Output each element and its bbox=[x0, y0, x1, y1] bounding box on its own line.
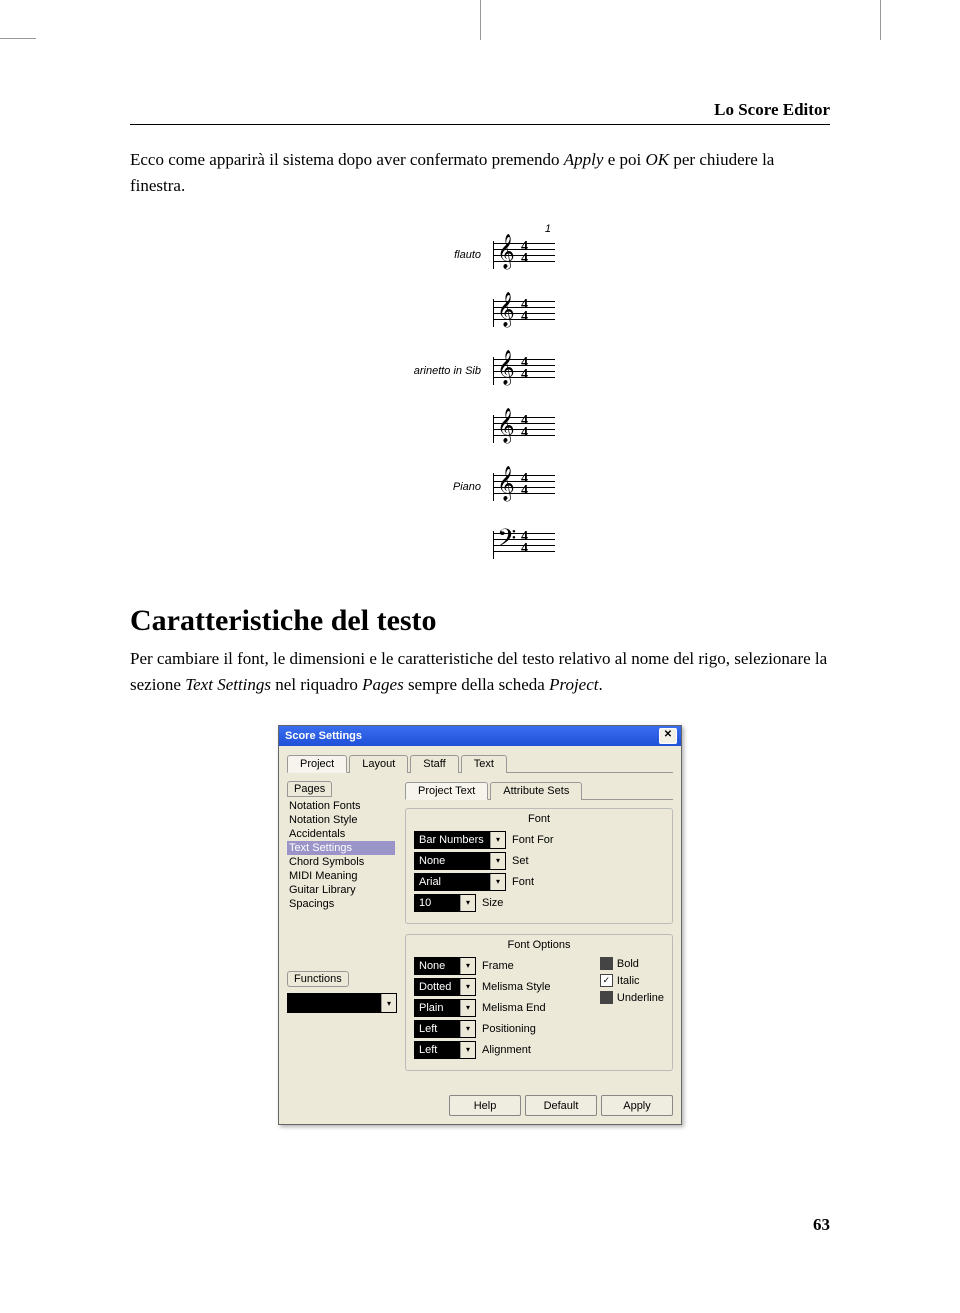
tab-text[interactable]: Text bbox=[461, 755, 507, 773]
chevron-down-icon[interactable] bbox=[460, 1021, 475, 1037]
melisma-end-select[interactable]: Plain bbox=[414, 999, 476, 1017]
tab-staff[interactable]: Staff bbox=[410, 755, 458, 773]
measure-number: 1 bbox=[545, 223, 551, 235]
staff-label: arinetto in Sib bbox=[405, 365, 485, 377]
page-number: 63 bbox=[130, 1215, 830, 1235]
main-tabs: Project Layout Staff Text bbox=[287, 754, 673, 773]
field-label: Positioning bbox=[482, 1023, 536, 1035]
frame-select[interactable]: None bbox=[414, 957, 476, 975]
bold-checkbox[interactable]: Bold bbox=[600, 957, 664, 970]
list-item[interactable]: Notation Fonts bbox=[287, 799, 395, 813]
header-rule bbox=[130, 124, 830, 125]
field-label: Set bbox=[512, 855, 529, 867]
alignment-select[interactable]: Left bbox=[414, 1041, 476, 1059]
dialog-titlebar[interactable]: Score Settings ✕ bbox=[279, 726, 681, 746]
pages-list[interactable]: Notation Fonts Notation Style Accidental… bbox=[287, 799, 395, 911]
functions-label: Functions bbox=[287, 971, 349, 987]
field-label: Size bbox=[482, 897, 503, 909]
field-label: Melisma End bbox=[482, 1002, 546, 1014]
sub-tabs: Project Text Attribute Sets bbox=[405, 781, 673, 800]
tab-project[interactable]: Project bbox=[287, 755, 347, 773]
font-group: Font Bar Numbers Font For None Set Arial… bbox=[405, 808, 673, 924]
chevron-down-icon[interactable] bbox=[490, 853, 505, 869]
font-set-select[interactable]: None bbox=[414, 852, 506, 870]
treble-clef-icon: 𝄞 bbox=[497, 237, 515, 267]
list-item-selected[interactable]: Text Settings bbox=[287, 841, 395, 855]
section-heading: Caratteristiche del testo bbox=[130, 604, 830, 638]
chevron-down-icon[interactable] bbox=[460, 1000, 475, 1016]
list-item[interactable]: Guitar Library bbox=[287, 883, 395, 897]
positioning-select[interactable]: Left bbox=[414, 1020, 476, 1038]
chevron-down-icon[interactable] bbox=[490, 832, 505, 848]
font-select[interactable]: Arial bbox=[414, 873, 506, 891]
pages-group-label: Pages bbox=[287, 781, 332, 797]
field-label: Frame bbox=[482, 960, 514, 972]
group-title: Font Options bbox=[414, 939, 664, 951]
italic-checkbox[interactable]: ✓Italic bbox=[600, 974, 664, 987]
list-item[interactable]: Spacings bbox=[287, 897, 395, 911]
functions-select[interactable] bbox=[287, 993, 397, 1013]
chevron-down-icon[interactable] bbox=[460, 1042, 475, 1058]
page-header: Lo Score Editor bbox=[130, 100, 830, 120]
bass-clef-icon: 𝄢 bbox=[497, 527, 516, 557]
list-item[interactable]: Chord Symbols bbox=[287, 855, 395, 869]
subtab-attribute-sets[interactable]: Attribute Sets bbox=[490, 782, 582, 800]
field-label: Font For bbox=[512, 834, 554, 846]
field-label: Font bbox=[512, 876, 534, 888]
close-icon[interactable]: ✕ bbox=[659, 728, 677, 744]
help-button[interactable]: Help bbox=[449, 1095, 521, 1116]
melisma-style-select[interactable]: Dotted bbox=[414, 978, 476, 996]
staff-label: Piano bbox=[405, 481, 485, 493]
chevron-down-icon[interactable] bbox=[460, 979, 475, 995]
chevron-down-icon[interactable] bbox=[490, 874, 505, 890]
underline-checkbox[interactable]: Underline bbox=[600, 991, 664, 1004]
font-options-group: Font Options None Frame Dotted Melisma S… bbox=[405, 934, 673, 1071]
chevron-down-icon[interactable] bbox=[460, 895, 475, 911]
apply-button[interactable]: Apply bbox=[601, 1095, 673, 1116]
font-size-select[interactable]: 10 bbox=[414, 894, 476, 912]
staff-label: flauto bbox=[405, 249, 485, 261]
chevron-down-icon[interactable] bbox=[460, 958, 475, 974]
time-signature: 44 bbox=[521, 241, 528, 265]
treble-clef-icon: 𝄞 bbox=[497, 411, 515, 441]
tab-layout[interactable]: Layout bbox=[349, 755, 408, 773]
chevron-down-icon[interactable] bbox=[381, 994, 396, 1012]
default-button[interactable]: Default bbox=[525, 1095, 597, 1116]
field-label: Alignment bbox=[482, 1044, 531, 1056]
treble-clef-icon: 𝄞 bbox=[497, 295, 515, 325]
dialog-title: Score Settings bbox=[285, 730, 362, 742]
section-paragraph: Per cambiare il font, le dimensioni e le… bbox=[130, 646, 830, 697]
score-figure: flauto 1 𝄞 44 𝄞 44 arinetto in Sib 𝄞 44 bbox=[405, 226, 555, 574]
list-item[interactable]: Accidentals bbox=[287, 827, 395, 841]
font-for-select[interactable]: Bar Numbers bbox=[414, 831, 506, 849]
intro-paragraph: Ecco come apparirà il sistema dopo aver … bbox=[130, 147, 830, 198]
list-item[interactable]: MIDI Meaning bbox=[287, 869, 395, 883]
treble-clef-icon: 𝄞 bbox=[497, 353, 515, 383]
list-item[interactable]: Notation Style bbox=[287, 813, 395, 827]
treble-clef-icon: 𝄞 bbox=[497, 469, 515, 499]
field-label: Melisma Style bbox=[482, 981, 550, 993]
group-title: Font bbox=[414, 813, 664, 825]
score-settings-dialog: Score Settings ✕ Project Layout Staff Te… bbox=[278, 725, 682, 1125]
subtab-project-text[interactable]: Project Text bbox=[405, 782, 488, 800]
